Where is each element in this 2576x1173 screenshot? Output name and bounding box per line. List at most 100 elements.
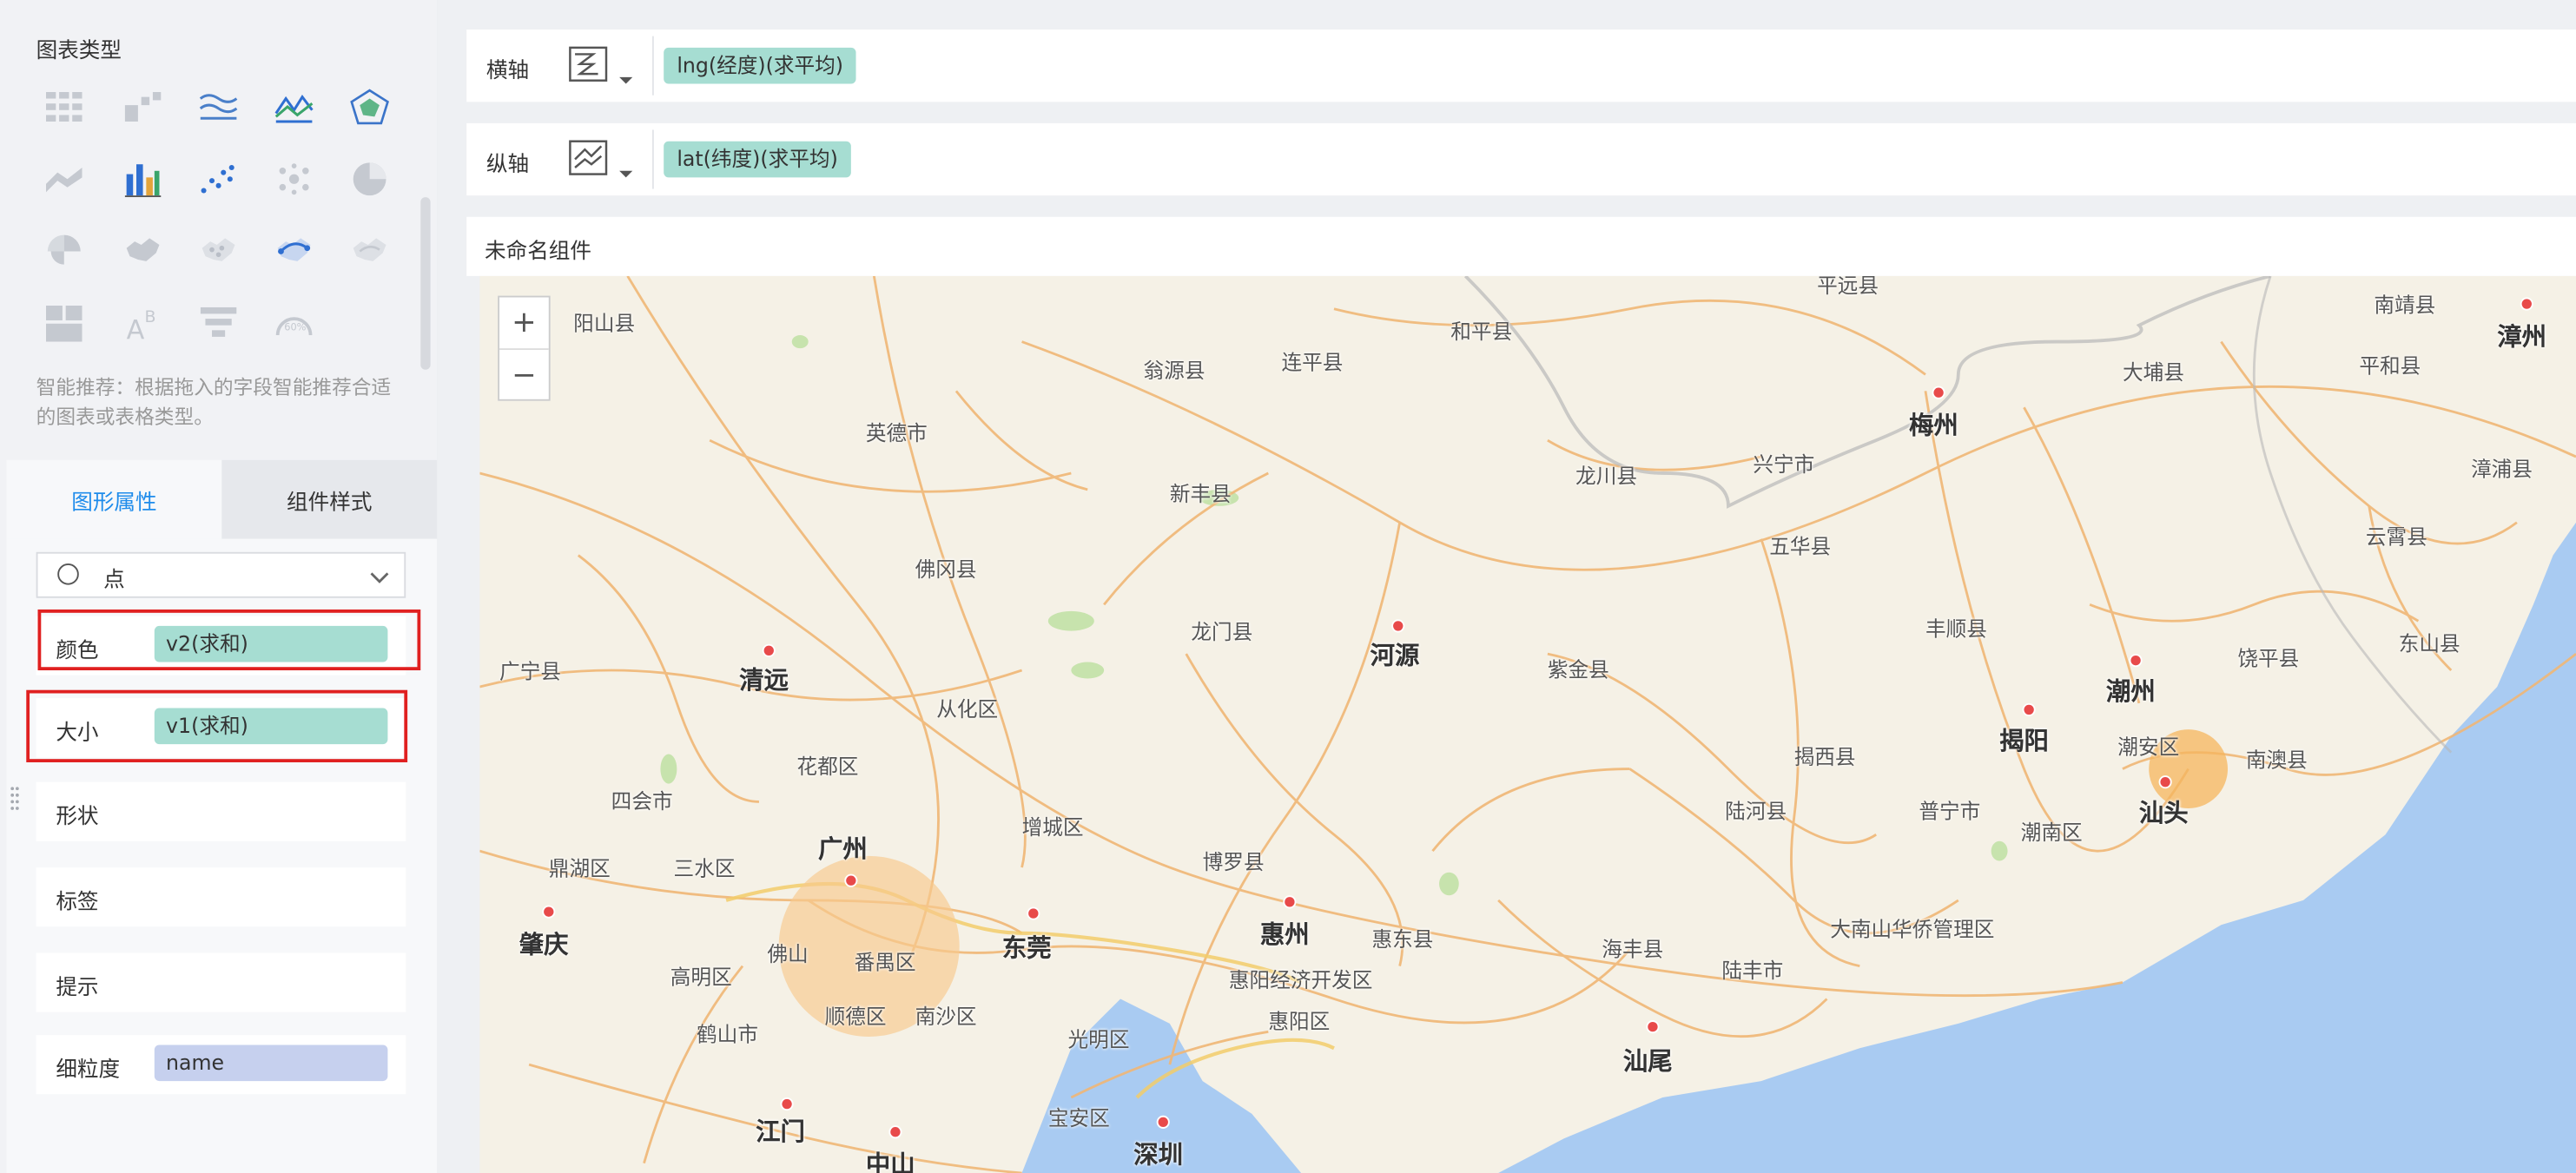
prop-color[interactable]: 颜色 v2(求和) [36,616,406,675]
place-label: 佛山 [767,941,809,966]
place-label: 汕头 [2138,798,2189,828]
city-marker [2158,775,2172,789]
axis-settings-icon[interactable] [568,44,634,94]
y-field-pill[interactable]: lat(纬度)(求平均) [664,141,851,178]
place-label: 南靖县 [2374,292,2436,318]
zoom-in-button[interactable]: + [499,297,549,351]
map-base-layer [479,275,2576,1173]
smart-recommend-hint: 智能推荐：根据拖入的字段智能推荐合适的图表或表格类型。 [36,376,392,429]
scatter-icon[interactable] [194,155,243,204]
drag-handle-icon[interactable] [10,785,19,811]
x-axis-shelf[interactable]: 横轴 lng(经度)(求平均) [466,30,2576,102]
prop-label: 提示 [56,975,99,1001]
place-label: 饶平县 [2237,645,2300,671]
place-label: 惠阳区 [1268,1008,1331,1034]
bar-icon[interactable] [118,155,168,204]
place-label: 汕尾 [1622,1046,1673,1077]
place-label: 番禺区 [854,949,916,975]
tab-component-style[interactable]: 组件样式 [221,459,438,539]
multi-line-icon[interactable] [194,82,243,132]
map-zoom-control: + − [498,295,551,401]
prop-tooltip[interactable]: 提示 [36,952,406,1012]
place-label: 三水区 [673,855,736,881]
prop-label: 标签 [56,890,99,915]
chart-type-title: 图表类型 [36,39,122,64]
place-label: 清远 [739,665,789,695]
field-pill[interactable]: name [154,1044,388,1082]
area-icon[interactable] [39,155,89,204]
city-marker [2520,297,2533,311]
field-pill[interactable]: v1(求和) [154,708,388,745]
place-label: 兴宁市 [1753,451,1815,477]
place-label: 高明区 [670,964,732,990]
place-label: 阳山县 [573,310,636,336]
place-label: 大埔县 [2122,359,2184,385]
prop-size[interactable]: 大小 v1(求和) [36,698,406,758]
map-fill-icon[interactable] [118,227,168,276]
place-label: 平远县 [1817,275,1879,298]
place-label: 花都区 [796,754,859,779]
map-heat-icon[interactable] [345,227,394,276]
place-label: 肇庆 [519,929,569,960]
place-label: 潮南区 [2020,820,2083,845]
property-tabs: 图形属性 组件样式 [6,459,438,539]
place-label: 惠州 [1259,919,1310,950]
place-label: 惠东县 [1371,926,1434,952]
city-marker [1156,1115,1170,1129]
place-label: 河源 [1370,640,1420,671]
rose-icon[interactable] [39,227,89,276]
place-label: 惠阳经济开发区 [1228,967,1373,992]
axis-settings-icon[interactable] [568,138,634,188]
place-label: 紫金县 [1547,656,1609,682]
card-icon[interactable] [39,299,89,348]
separator [651,36,654,96]
bubble-icon[interactable] [269,155,319,204]
mark-type-select[interactable]: 点 [36,551,406,598]
place-label: 漳浦县 [2470,457,2533,482]
place-label: 揭西县 [1793,744,1856,769]
place-label: 增城区 [1021,814,1084,840]
place-label: 新丰县 [1169,481,1232,506]
text-icon[interactable]: AB [118,299,168,348]
prop-shape[interactable]: 形状 [36,781,406,841]
place-label: 揭阳 [1999,726,2049,756]
field-pill[interactable]: v2(求和) [154,625,388,662]
place-label: 陆河县 [1725,798,1787,823]
place-label: 大南山华侨管理区 [1830,916,1995,942]
radar-icon[interactable] [345,82,394,132]
x-field-pill[interactable]: lng(经度)(求平均) [664,47,857,84]
map-view[interactable]: 阳山县 翁源县 连平县 和平县 平远县 南靖县 漳州 大埔县 平和县 梅州 英德… [479,275,2576,1173]
line-icon[interactable] [269,82,319,132]
city-marker [2129,654,2143,668]
place-label: 潮安区 [2117,734,2180,760]
place-label: 江门 [756,1117,805,1147]
prop-granularity[interactable]: 细粒度 name [36,1035,406,1095]
chart-type-scrollbar[interactable] [420,197,431,370]
cross-table-icon[interactable] [118,82,168,132]
funnel-icon[interactable] [194,299,243,348]
map-point-icon[interactable] [194,227,243,276]
tab-graph-props[interactable]: 图形属性 [6,459,222,539]
pie-icon[interactable] [345,155,394,204]
left-panel: 图表类型 A B 60% 智能推荐：根据拖入的字段智能推荐合适的图表或表格类型。… [0,0,439,1173]
prop-label-row[interactable]: 标签 [36,867,406,927]
prop-label: 颜色 [56,639,99,664]
place-label: 博罗县 [1202,849,1265,874]
svg-text:B: B [144,307,155,326]
place-label: 佛冈县 [915,557,977,582]
prop-label: 细粒度 [56,1058,121,1083]
place-label: 南澳县 [2245,747,2308,773]
table-icon[interactable] [39,82,89,132]
prop-label: 大小 [56,721,99,747]
map-flow-icon[interactable] [269,227,319,276]
y-axis-shelf[interactable]: 纵轴 lat(纬度)(求平均) [466,122,2576,196]
place-label: 海丰县 [1602,936,1664,961]
separator [651,129,654,189]
city-marker [1932,386,1945,399]
gauge-icon[interactable]: 60% [269,299,319,348]
place-label: 鼎湖区 [548,855,611,881]
zoom-out-button[interactable]: − [499,350,549,401]
place-label: 四会市 [611,788,673,814]
component-title[interactable]: 未命名组件 [485,234,591,264]
city-marker [1391,619,1405,633]
